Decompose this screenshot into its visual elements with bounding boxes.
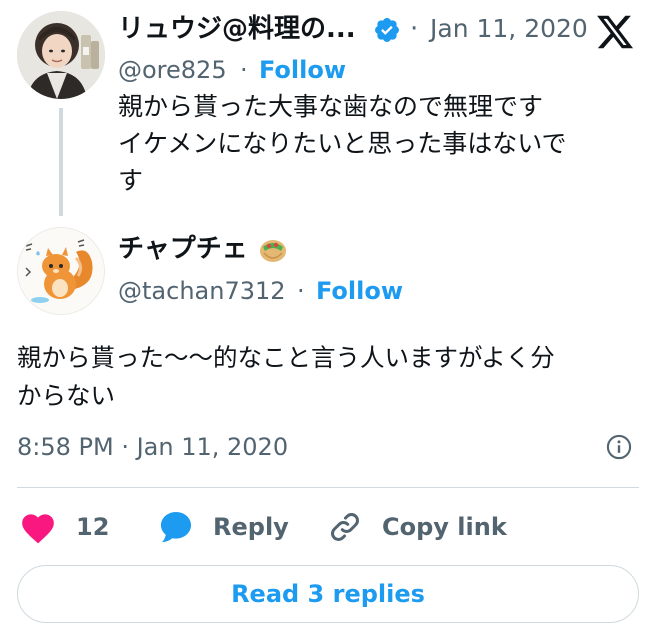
avatar-photo-icon — [17, 11, 105, 99]
link-icon — [327, 509, 363, 545]
avatar-ryuji[interactable] — [17, 11, 105, 99]
main-handle[interactable]: @tachan7312 — [118, 274, 286, 308]
divider — [17, 487, 639, 488]
info-icon[interactable] — [605, 433, 633, 461]
parent-date-link[interactable]: Jan 11, 2020 — [430, 11, 588, 47]
parent-text-line: す — [118, 166, 144, 195]
main-display-name[interactable]: チャプチェ — [118, 231, 248, 267]
copy-link-label[interactable]: Copy link — [382, 510, 507, 544]
parent-follow-button[interactable]: Follow — [259, 53, 346, 87]
tweet-timestamp[interactable]: 8:58 PM · Jan 11, 2020 — [17, 430, 288, 464]
heart-icon — [19, 509, 57, 545]
like-button[interactable] — [19, 507, 57, 547]
kebab-emoji-icon — [258, 235, 288, 265]
read-replies-label: Read 3 replies — [231, 580, 425, 608]
main-follow-button[interactable]: Follow — [316, 274, 403, 308]
verified-badge-icon — [373, 16, 401, 44]
parent-separator: · — [410, 14, 419, 44]
parent-text-line: 親から貰った大事な歯なので無理です — [118, 92, 544, 121]
parent-text-line: イケメンになりたいと思った事はないで — [118, 129, 567, 158]
squirrel-avatar-icon — [18, 228, 104, 314]
copy-link-button[interactable] — [327, 507, 363, 547]
reply-button[interactable] — [157, 507, 195, 547]
main-text-line: からない — [17, 381, 115, 410]
speech-bubble-icon — [157, 508, 195, 546]
parent-tweet-text: 親から貰った大事な歯なので無理です イケメンになりたいと思った事はないで す — [118, 88, 638, 199]
parent-handle[interactable]: @ore825 — [118, 53, 227, 87]
reply-label[interactable]: Reply — [213, 510, 289, 544]
main-tweet-text: 親から貰った〜〜的なこと言う人いますがよく分 からない — [17, 339, 647, 415]
avatar-tachan[interactable] — [17, 227, 105, 315]
parent-handle-separator: · — [240, 56, 248, 84]
like-count: 12 — [76, 513, 110, 541]
thread-connector-line — [59, 108, 63, 216]
parent-display-name[interactable]: リュウジ@料理の... — [118, 11, 356, 47]
x-logo-icon[interactable] — [595, 12, 635, 52]
main-text-line: 親から貰った〜〜的なこと言う人いますがよく分 — [17, 343, 555, 372]
main-handle-separator: · — [297, 277, 305, 305]
read-replies-button[interactable]: Read 3 replies — [17, 565, 639, 623]
